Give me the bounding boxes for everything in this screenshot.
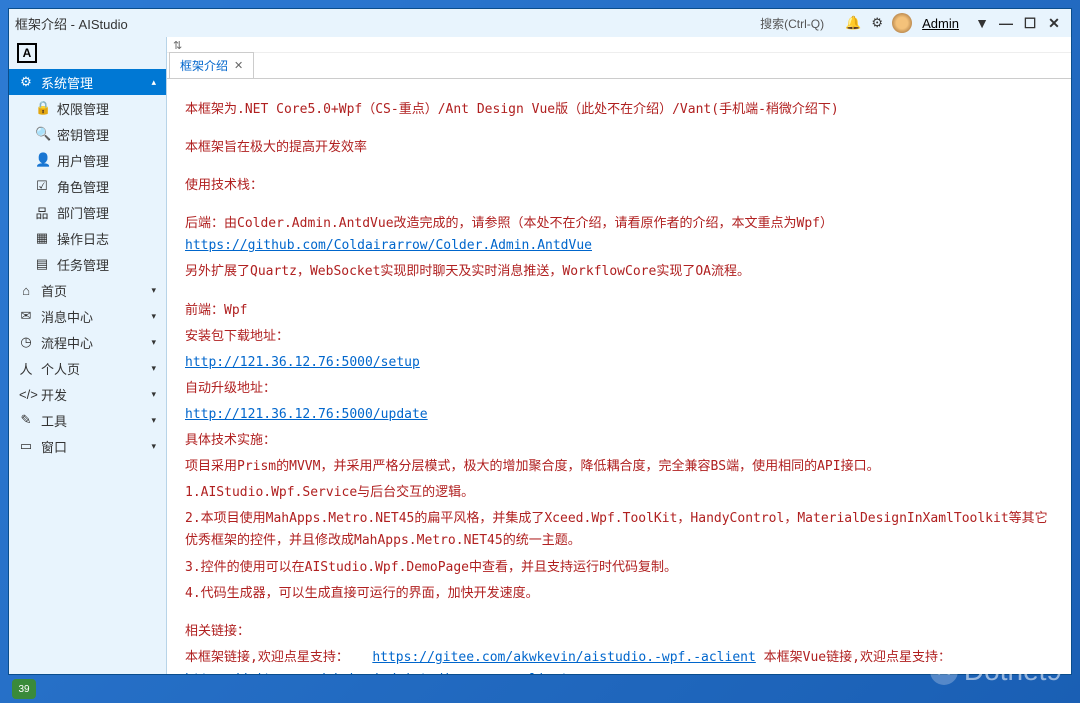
titlebar: 框架介绍 - AIStudio 搜索(Ctrl-Q) 🔔 ⚙ Admin ▼ —… bbox=[9, 9, 1071, 37]
nav-label: 开发 bbox=[41, 385, 67, 404]
doc-line: 自动升级地址： bbox=[185, 378, 1053, 400]
doc-line: 使用技术栈： bbox=[185, 175, 1053, 197]
nav-label: 个人页 bbox=[41, 359, 80, 378]
doc-line: 本框架为.NET Core5.0+Wpf（CS-重点）/Ant Design V… bbox=[185, 99, 1053, 121]
nav-icon: 🔍 bbox=[35, 126, 49, 142]
nav-icon: 品 bbox=[35, 203, 49, 222]
sidebar: A ⚙系统管理▴🔒权限管理🔍密钥管理👤用户管理☑角色管理品部门管理▦操作日志▤任… bbox=[9, 37, 167, 674]
nav-icon: </> bbox=[19, 387, 33, 402]
chevron-icon: ▾ bbox=[151, 441, 156, 452]
sidebar-item-3[interactable]: 👤 用户管理 bbox=[9, 147, 166, 173]
doc-line: 本框架链接,欢迎点星支持： https://gitee.com/akwkevin… bbox=[185, 647, 1053, 674]
sidebar-item-4[interactable]: ☑ 角色管理 bbox=[9, 173, 166, 199]
chevron-icon: ▴ bbox=[151, 77, 156, 88]
doc-line: 后端：由Colder.Admin.AntdVue改造完成的，请参照（本处不在介绍… bbox=[185, 213, 1053, 257]
sidebar-item-2[interactable]: 🔍 密钥管理 bbox=[9, 121, 166, 147]
nav-label: 操作日志 bbox=[57, 229, 109, 248]
app-window: 框架介绍 - AIStudio 搜索(Ctrl-Q) 🔔 ⚙ Admin ▼ —… bbox=[8, 8, 1072, 675]
tab-intro[interactable]: 框架介绍 ✕ bbox=[169, 52, 254, 78]
admin-link[interactable]: Admin bbox=[922, 16, 959, 31]
badge-count: 39 bbox=[18, 684, 29, 695]
nav-icon: ⌂ bbox=[19, 283, 33, 298]
nav-label: 角色管理 bbox=[57, 177, 109, 196]
taskbar-badge[interactable]: 39 bbox=[12, 679, 36, 699]
nav-icon: 人 bbox=[19, 359, 33, 378]
nav-label: 用户管理 bbox=[57, 151, 109, 170]
link-update[interactable]: http://121.36.12.76:5000/update bbox=[185, 407, 428, 422]
minimize-button[interactable]: — bbox=[995, 12, 1017, 34]
doc-line: 本框架旨在极大的提高开发效率 bbox=[185, 137, 1053, 159]
chevron-icon: ▾ bbox=[151, 389, 156, 400]
content-area: ⇅ 框架介绍 ✕ 本框架为.NET Core5.0+Wpf（CS-重点）/Ant… bbox=[167, 37, 1071, 674]
tabs-row: 框架介绍 ✕ bbox=[167, 53, 1071, 79]
nav-label: 任务管理 bbox=[57, 255, 109, 274]
nav-label: 权限管理 bbox=[57, 99, 109, 118]
tab-label: 框架介绍 bbox=[180, 57, 228, 74]
nav-icon: ✉ bbox=[19, 308, 33, 324]
document-body: 本框架为.NET Core5.0+Wpf（CS-重点）/Ant Design V… bbox=[167, 79, 1071, 674]
sidebar-item-9[interactable]: ✉ 消息中心 ▾ bbox=[9, 303, 166, 329]
nav-icon: ▭ bbox=[19, 438, 33, 454]
sidebar-item-5[interactable]: 品部门管理 bbox=[9, 199, 166, 225]
sidebar-item-1[interactable]: 🔒 权限管理 bbox=[9, 95, 166, 121]
link-gitee-wpf[interactable]: https://gitee.com/akwkevin/aistudio.-wpf… bbox=[372, 650, 756, 665]
chevron-icon: ▾ bbox=[151, 285, 156, 296]
watermark: ෴ Dotnet9 bbox=[930, 655, 1062, 687]
doc-line: 1.AIStudio.Wpf.Service与后台交互的逻辑。 bbox=[185, 482, 1053, 504]
nav-label: 首页 bbox=[41, 281, 67, 300]
sidebar-item-13[interactable]: ✎ 工具 ▾ bbox=[9, 407, 166, 433]
avatar[interactable] bbox=[892, 13, 912, 33]
doc-line: 项目采用Prism的MVVM，并采用严格分层模式，极大的增加聚合度，降低耦合度，… bbox=[185, 456, 1053, 478]
dropdown-icon[interactable]: ▼ bbox=[971, 12, 993, 34]
nav-icon: ☑ bbox=[35, 178, 49, 194]
nav-icon: 👤 bbox=[35, 152, 49, 168]
search-hint[interactable]: 搜索(Ctrl-Q) bbox=[760, 15, 824, 32]
doc-line: 安装包下载地址： bbox=[185, 326, 1053, 348]
doc-line: 2.本项目使用MahApps.Metro.NET45的扁平风格，并集成了Xcee… bbox=[185, 508, 1053, 552]
bell-icon[interactable]: 🔔 bbox=[844, 14, 862, 32]
nav-icon: ▦ bbox=[35, 230, 49, 246]
sidebar-item-6[interactable]: ▦ 操作日志 bbox=[9, 225, 166, 251]
sidebar-item-14[interactable]: ▭ 窗口 ▾ bbox=[9, 433, 166, 459]
sidebar-item-10[interactable]: ◷ 流程中心 ▾ bbox=[9, 329, 166, 355]
toolbar-row: ⇅ bbox=[167, 37, 1071, 53]
link-gitee-vue[interactable]: https://gitee.com/akwkevin/aistudio.-vue… bbox=[185, 672, 569, 674]
nav-icon: ◷ bbox=[19, 334, 33, 350]
sidebar-item-7[interactable]: ▤ 任务管理 bbox=[9, 251, 166, 277]
window-title: 框架介绍 - AIStudio bbox=[15, 14, 128, 33]
chevron-icon: ▾ bbox=[151, 415, 156, 426]
chevron-icon: ▾ bbox=[151, 337, 156, 348]
doc-line: 前端：Wpf bbox=[185, 300, 1053, 322]
doc-line: 另外扩展了Quartz，WebSocket实现即时聊天及实时消息推送，Workf… bbox=[185, 261, 1053, 283]
doc-line: 4.代码生成器，可以生成直接可运行的界面，加快开发速度。 bbox=[185, 583, 1053, 605]
nav-icon: 🔒 bbox=[35, 100, 49, 116]
sidebar-item-11[interactable]: 人个人页 ▾ bbox=[9, 355, 166, 381]
link-github[interactable]: https://github.com/Coldairarrow/Colder.A… bbox=[185, 238, 592, 253]
nav-label: 工具 bbox=[41, 411, 67, 430]
nav-label: 系统管理 bbox=[41, 73, 93, 92]
close-button[interactable]: ✕ bbox=[1043, 12, 1065, 34]
nav-label: 密钥管理 bbox=[57, 125, 109, 144]
sidebar-item-8[interactable]: ⌂ 首页 ▾ bbox=[9, 277, 166, 303]
chevron-icon: ▾ bbox=[151, 363, 156, 374]
watermark-icon: ෴ bbox=[930, 657, 958, 685]
nav-label: 流程中心 bbox=[41, 333, 93, 352]
doc-line: 具体技术实施： bbox=[185, 430, 1053, 452]
nav-icon: ⚙ bbox=[19, 74, 33, 90]
link-setup[interactable]: http://121.36.12.76:5000/setup bbox=[185, 355, 420, 370]
doc-line: 3.控件的使用可以在AIStudio.Wpf.DemoPage中查看，并且支持运… bbox=[185, 557, 1053, 579]
nav-icon: ✎ bbox=[19, 412, 33, 428]
logo: A bbox=[17, 43, 37, 63]
nav-icon: ▤ bbox=[35, 256, 49, 272]
chevron-icon: ▾ bbox=[151, 311, 156, 322]
sidebar-item-12[interactable]: </> 开发 ▾ bbox=[9, 381, 166, 407]
settings-icon[interactable]: ⚙ bbox=[868, 14, 886, 32]
doc-line: 相关链接： bbox=[185, 621, 1053, 643]
nav-label: 窗口 bbox=[41, 437, 67, 456]
tab-close-icon[interactable]: ✕ bbox=[234, 59, 243, 72]
sidebar-item-0[interactable]: ⚙ 系统管理 ▴ bbox=[9, 69, 166, 95]
nav-label: 消息中心 bbox=[41, 307, 93, 326]
nav-label: 部门管理 bbox=[57, 203, 109, 222]
maximize-button[interactable]: ☐ bbox=[1019, 12, 1041, 34]
